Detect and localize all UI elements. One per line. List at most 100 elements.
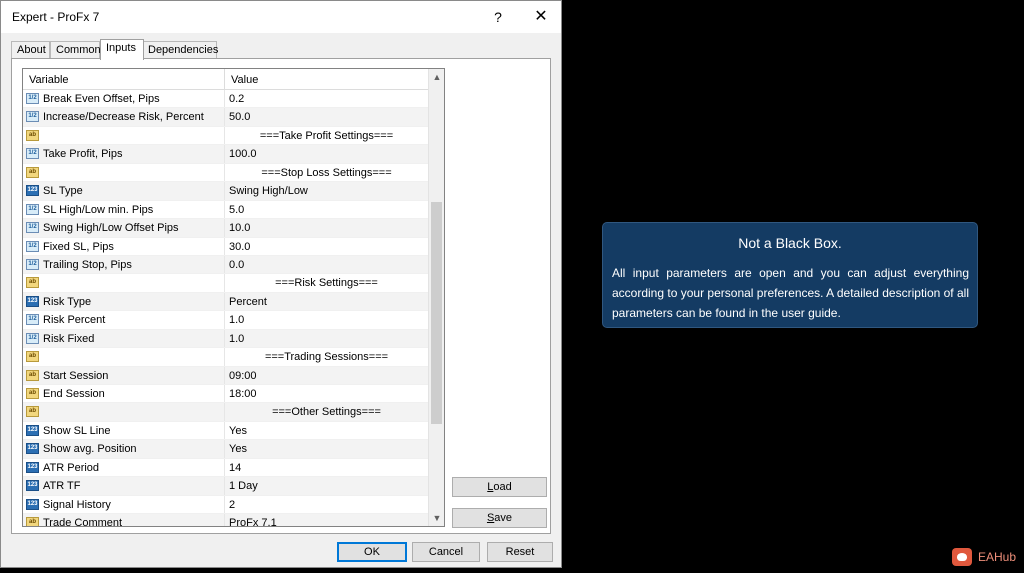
variable-value[interactable]: ===Trading Sessions=== bbox=[225, 351, 428, 363]
table-row[interactable]: ab Trade Comment ProFx 7.1 bbox=[23, 514, 428, 527]
table-row[interactable]: 123 Signal History 2 bbox=[23, 495, 428, 515]
variable-name: Increase/Decrease Risk, Percent bbox=[43, 111, 204, 124]
brand-name: EAHub bbox=[978, 550, 1017, 564]
ok-button-label: OK bbox=[364, 546, 380, 558]
variable-name: ATR Period bbox=[43, 461, 100, 474]
table-row[interactable]: 1/2 Take Profit, Pips 100.0 bbox=[23, 145, 428, 164]
variable-name: End Session bbox=[43, 388, 105, 400]
table-row[interactable]: ab ===Risk Settings=== bbox=[23, 274, 428, 293]
cell-separator bbox=[224, 182, 225, 200]
variable-value[interactable]: 0.0 bbox=[229, 259, 244, 271]
variable-value[interactable]: Yes bbox=[229, 443, 247, 455]
string-type-icon: ab bbox=[26, 166, 39, 178]
cell-separator bbox=[224, 311, 225, 329]
table-row[interactable]: 1/2 SL High/Low min. Pips 5.0 bbox=[23, 200, 428, 220]
variable-value[interactable]: 10.0 bbox=[229, 222, 250, 234]
cell-separator bbox=[224, 237, 225, 255]
reset-button[interactable]: Reset bbox=[487, 542, 553, 562]
variable-value[interactable]: ===Take Profit Settings=== bbox=[225, 130, 428, 142]
variable-name: Risk Type bbox=[43, 295, 92, 308]
cell-separator bbox=[224, 458, 225, 477]
double-type-icon: 1/2 bbox=[26, 111, 39, 123]
variable-value[interactable]: 5.0 bbox=[229, 204, 244, 216]
enum-type-icon: 123 bbox=[26, 461, 39, 473]
double-type-icon: 1/2 bbox=[26, 93, 39, 104]
vertical-scrollbar[interactable]: ▲ ▼ bbox=[428, 69, 444, 526]
close-icon[interactable]: ✕ bbox=[526, 5, 556, 29]
column-header-value[interactable]: Value bbox=[231, 74, 258, 86]
tab-common[interactable]: Common bbox=[50, 41, 101, 59]
variable-value[interactable]: 1.0 bbox=[229, 314, 244, 326]
variable-value[interactable]: 14 bbox=[229, 462, 241, 474]
variable-value[interactable]: 1 Day bbox=[229, 480, 258, 492]
table-row[interactable]: 123 ATR TF 1 Day bbox=[23, 477, 428, 496]
table-row[interactable]: 1/2 Risk Fixed 1.0 bbox=[23, 329, 428, 349]
table-row[interactable]: ab ===Take Profit Settings=== bbox=[23, 126, 428, 146]
table-row[interactable]: ab ===Other Settings=== bbox=[23, 403, 428, 422]
variable-name: Fixed SL, Pips bbox=[43, 240, 114, 253]
variable-value[interactable]: ===Other Settings=== bbox=[225, 406, 428, 418]
table-row[interactable]: ab ===Trading Sessions=== bbox=[23, 348, 428, 367]
info-heading: Not a Black Box. bbox=[738, 235, 842, 251]
table-row[interactable]: 1/2 Swing High/Low Offset Pips 10.0 bbox=[23, 219, 428, 238]
scroll-down-icon[interactable]: ▼ bbox=[429, 510, 444, 526]
table-row[interactable]: 1/2 Fixed SL, Pips 30.0 bbox=[23, 237, 428, 256]
help-button[interactable]: ? bbox=[483, 5, 513, 29]
enum-type-icon: 123 bbox=[26, 480, 39, 492]
variable-value[interactable]: ===Stop Loss Settings=== bbox=[225, 167, 428, 179]
variable-value[interactable]: 09:00 bbox=[229, 370, 257, 382]
table-row[interactable]: ab End Session 18:00 bbox=[23, 385, 428, 404]
tab-inputs[interactable]: Inputs bbox=[100, 39, 144, 60]
variable-name: Trade Comment bbox=[43, 517, 123, 527]
cell-separator bbox=[224, 200, 225, 219]
variable-value[interactable]: 2 bbox=[229, 499, 235, 511]
load-button[interactable]: Load bbox=[452, 477, 547, 497]
variable-value[interactable]: 100.0 bbox=[229, 148, 257, 160]
scrollbar-thumb[interactable] bbox=[431, 202, 442, 424]
variable-name: Trailing Stop, Pips bbox=[43, 258, 132, 271]
cell-separator bbox=[224, 366, 225, 384]
enum-type-icon: 123 bbox=[26, 185, 39, 197]
save-button[interactable]: Save bbox=[452, 508, 547, 528]
variable-value[interactable]: 50.0 bbox=[229, 111, 250, 123]
cell-separator bbox=[224, 108, 225, 126]
cell-separator bbox=[224, 219, 225, 237]
table-row[interactable]: 1/2 Increase/Decrease Risk, Percent 50.0 bbox=[23, 108, 428, 127]
table-row[interactable]: 1/2 Trailing Stop, Pips 0.0 bbox=[23, 255, 428, 275]
string-type-icon: ab bbox=[26, 369, 39, 381]
table-row[interactable]: ab Start Session 09:00 bbox=[23, 366, 428, 385]
cell-separator bbox=[224, 329, 225, 348]
variable-value[interactable]: 30.0 bbox=[229, 241, 250, 253]
variable-name: Show avg. Position bbox=[43, 443, 137, 456]
string-type-icon: ab bbox=[26, 351, 39, 363]
column-separator[interactable] bbox=[224, 69, 225, 89]
variable-value[interactable]: Percent bbox=[229, 296, 267, 308]
variable-value[interactable]: 0.2 bbox=[229, 93, 244, 105]
ok-button[interactable]: OK bbox=[337, 542, 407, 562]
variable-value[interactable]: Yes bbox=[229, 425, 247, 437]
enum-type-icon: 123 bbox=[26, 295, 39, 307]
double-type-icon: 1/2 bbox=[26, 240, 39, 252]
table-row[interactable]: 123 Show avg. Position Yes bbox=[23, 440, 428, 459]
table-row[interactable]: 123 Risk Type Percent bbox=[23, 292, 428, 312]
table-row[interactable]: 123 Show SL Line Yes bbox=[23, 421, 428, 441]
tab-dependencies[interactable]: Dependencies bbox=[142, 41, 218, 59]
table-row[interactable]: 1/2 Break Even Offset, Pips 0.2 bbox=[23, 90, 428, 109]
scroll-up-icon[interactable]: ▲ bbox=[429, 69, 444, 85]
table-row[interactable]: 123 ATR Period 14 bbox=[23, 458, 428, 478]
variable-value[interactable]: 1.0 bbox=[229, 333, 244, 345]
variable-name: ATR TF bbox=[43, 480, 81, 493]
expert-dialog: Expert - ProFx 7 ? ✕ About Common Inputs… bbox=[0, 0, 562, 568]
variable-value[interactable]: Swing High/Low bbox=[229, 185, 308, 197]
tab-about[interactable]: About bbox=[11, 41, 50, 59]
variable-value[interactable]: ProFx 7.1 bbox=[229, 517, 277, 526]
table-row[interactable]: 123 SL Type Swing High/Low bbox=[23, 182, 428, 201]
variable-value[interactable]: 18:00 bbox=[229, 388, 257, 400]
table-row[interactable]: 1/2 Risk Percent 1.0 bbox=[23, 311, 428, 330]
variable-value[interactable]: ===Risk Settings=== bbox=[225, 277, 428, 289]
variable-name: Take Profit, Pips bbox=[43, 148, 123, 161]
table-row[interactable]: ab ===Stop Loss Settings=== bbox=[23, 163, 428, 183]
column-header-variable[interactable]: Variable bbox=[29, 74, 69, 86]
cancel-button[interactable]: Cancel bbox=[412, 542, 480, 562]
cell-separator bbox=[224, 145, 225, 163]
